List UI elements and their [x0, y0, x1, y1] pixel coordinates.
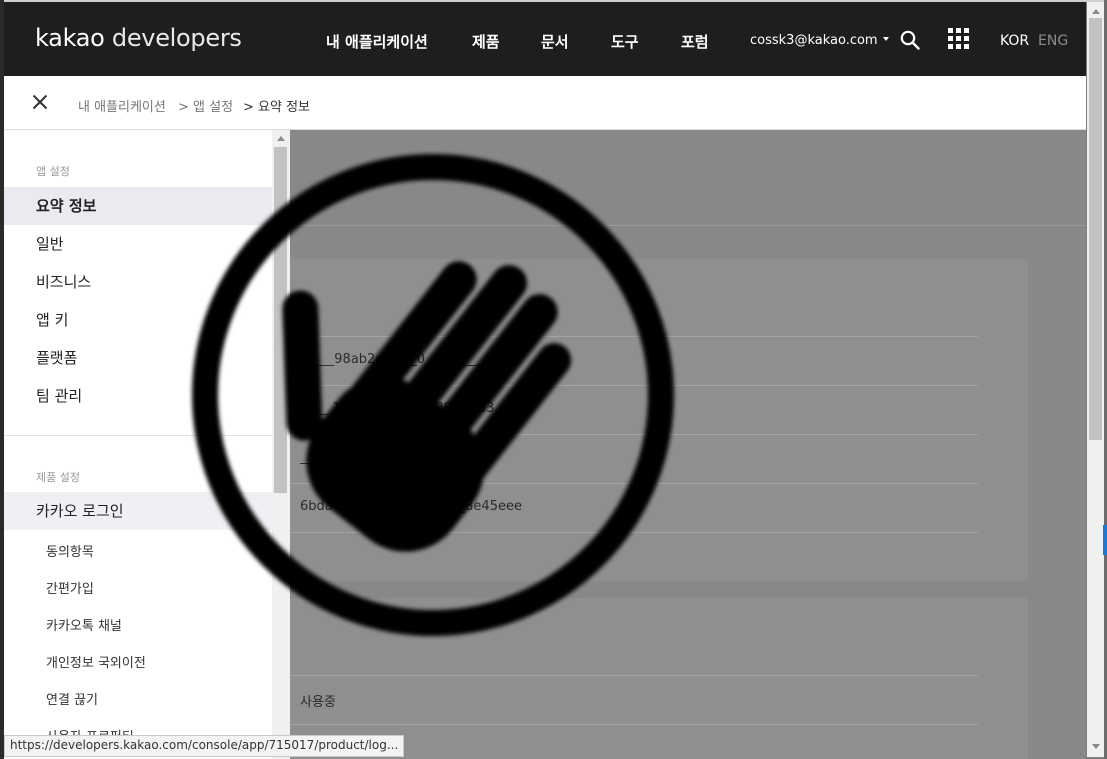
sidebar-sub-unlink[interactable]: 연결 끊기 — [46, 689, 98, 708]
app-keys-card: 9____98ab2c5____0____e____c _____193____… — [290, 259, 1028, 581]
sidebar-section-app: 앱 설정 — [36, 165, 70, 178]
sidebar-sub-simple-signup[interactable]: 간편가입 — [46, 578, 94, 597]
account-email: cossk3@kakao.com — [750, 33, 878, 48]
sidebar-sub-overseas-transfer[interactable]: 개인정보 국외이전 — [46, 652, 146, 671]
sidebar-item-summary[interactable]: 요약 정보 — [4, 187, 272, 225]
row-divider — [290, 532, 978, 533]
row-divider — [290, 724, 978, 725]
sidebar-item-platform[interactable]: 플랫폼 — [4, 339, 272, 377]
row-divider — [290, 385, 978, 386]
main-divider — [290, 225, 1086, 226]
sidebar-divider — [4, 435, 272, 436]
breadcrumb-app-settings[interactable]: > 앱 설정 — [178, 96, 233, 115]
page-scroll-up-icon[interactable] — [1092, 9, 1100, 14]
nav-docs[interactable]: 문서 — [541, 31, 569, 52]
sidebar-sub-talk-channel[interactable]: 카카오톡 채널 — [46, 615, 122, 634]
main-content-dimmed: 9____98ab2c5____0____e____c _____193____… — [290, 130, 1086, 759]
nav-forum[interactable]: 포럼 — [681, 31, 709, 52]
top-nav: kakao developers 내 애플리케이션 제품 문서 도구 포럼 co… — [4, 2, 1086, 76]
row-divider — [290, 483, 978, 484]
sidebar-section-product: 제품 설정 — [36, 471, 80, 484]
sidebar-item-team[interactable]: 팀 관리 — [4, 377, 272, 415]
page-scroll-down-icon[interactable] — [1092, 744, 1100, 749]
sidebar-item-business[interactable]: 비즈니스 — [4, 263, 272, 301]
rest-api-key: _____193____________89____53_ — [300, 401, 501, 416]
sidebar-scroll-up-icon[interactable] — [277, 136, 285, 141]
row-divider — [290, 434, 978, 435]
sidebar-item-general[interactable]: 일반 — [4, 225, 272, 263]
sidebar: 앱 설정 요약 정보 일반 비즈니스 앱 키 플랫폼 팀 관리 제품 설정 카카… — [4, 130, 272, 759]
sidebar-sub-consent[interactable]: 동의항목 — [46, 541, 94, 560]
kakao-developers-logo[interactable]: kakao developers — [35, 24, 242, 52]
breadcrumb-my-apps[interactable]: 내 애플리케이션 — [78, 96, 166, 115]
status-bar-url: https://developers.kakao.com/console/app… — [4, 735, 405, 757]
grid-icon[interactable] — [948, 28, 969, 49]
nav-tools[interactable]: 도구 — [611, 31, 639, 52]
logo-product: developers — [111, 24, 242, 52]
sidebar-item-kakao-login[interactable]: 카카오 로그인 — [4, 492, 272, 530]
nav-my-apps[interactable]: 내 애플리케이션 — [326, 31, 428, 52]
breadcrumb-bar: 내 애플리케이션 > 앱 설정 > 요약 정보 — [4, 76, 1086, 130]
logo-brand: kakao — [35, 24, 105, 52]
javascript-key: ______________________298a — [300, 450, 476, 465]
lang-eng[interactable]: ENG — [1038, 33, 1068, 49]
sidebar-scroll-thumb[interactable] — [274, 147, 287, 493]
side-accent-tab — [1103, 525, 1107, 555]
caret-down-icon — [882, 36, 889, 41]
admin-key: 6bda7c__________________8e45eee — [300, 499, 522, 514]
service-status: 사용중 — [300, 695, 336, 710]
search-icon[interactable] — [900, 30, 920, 50]
nav-products[interactable]: 제품 — [472, 31, 500, 52]
breadcrumb-current: > 요약 정보 — [243, 100, 310, 115]
close-icon[interactable] — [32, 94, 48, 110]
row-divider — [290, 675, 978, 676]
page-scroll-thumb[interactable] — [1089, 18, 1102, 440]
account-menu[interactable]: cossk3@kakao.com — [750, 33, 889, 48]
native-app-key: 9____98ab2c5____0____e____c — [300, 352, 493, 367]
row-divider — [290, 336, 978, 337]
sidebar-item-app-keys[interactable]: 앱 키 — [4, 301, 272, 339]
lang-kor[interactable]: KOR — [1000, 33, 1029, 49]
